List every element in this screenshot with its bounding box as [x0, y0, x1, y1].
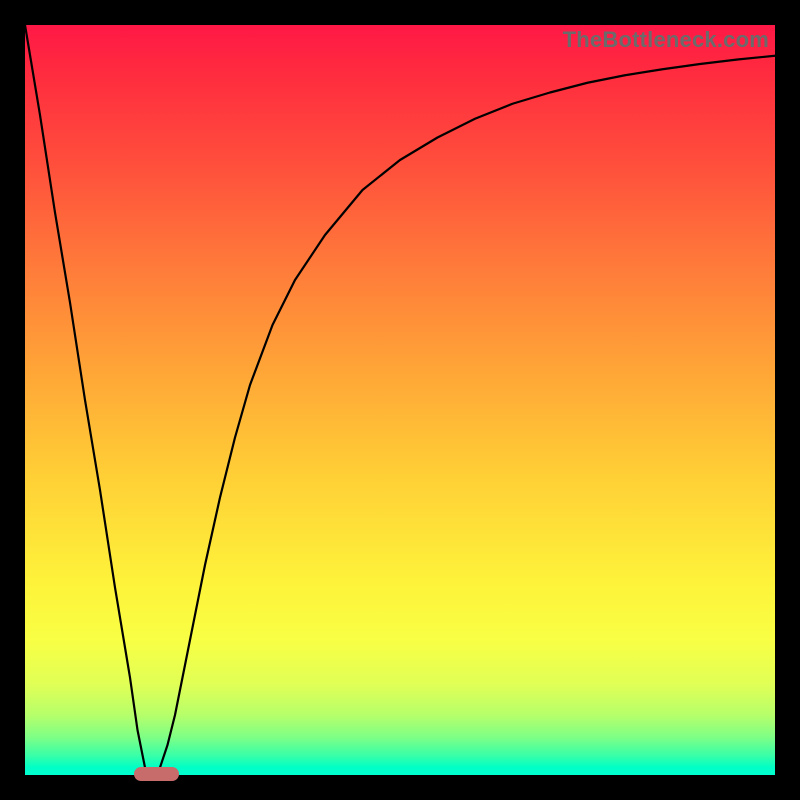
plot-area: TheBottleneck.com — [25, 25, 775, 775]
bottleneck-curve — [25, 25, 775, 775]
chart-frame: TheBottleneck.com — [0, 0, 800, 800]
optimal-marker — [134, 767, 179, 781]
